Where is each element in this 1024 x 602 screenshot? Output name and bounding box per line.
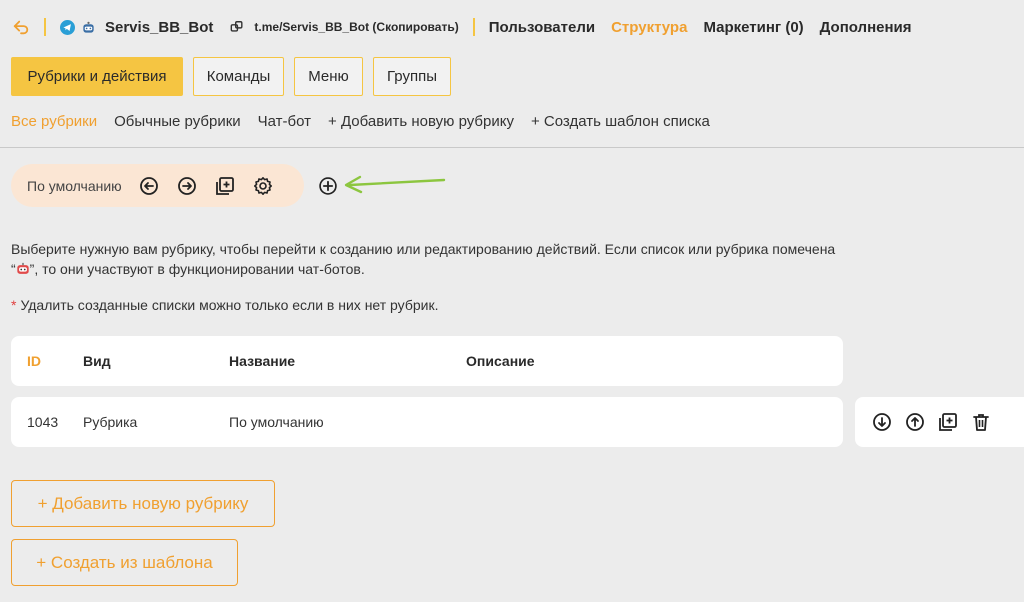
col-name: Название [229,353,296,369]
annotation-arrow [344,175,446,194]
table-header: ID Вид Название Описание [11,336,843,386]
top-nav: Пользователи Структура Маркетинг (0) Доп… [489,19,912,36]
telegram-icon [60,19,75,35]
col-id: ID [27,353,41,369]
filter-all[interactable]: Все рубрики [11,113,97,130]
arrow-right-icon[interactable] [176,175,198,197]
cell-id: 1043 [27,414,59,430]
add-list-icon[interactable] [316,174,340,198]
section-tabs: Рубрики и действия Команды Меню Группы [11,57,451,96]
info-line-1: Выберите нужную вам рубрику, чтобы перей… [11,241,836,257]
add-rubric-button[interactable]: + Добавить новую рубрику [11,480,275,527]
info-text: Выберите нужную вам рубрику, чтобы перей… [11,239,1011,279]
divider [472,18,475,36]
nav-users[interactable]: Пользователи [489,19,595,36]
bot-name: Servis_BB_Bot [105,18,214,36]
rubric-filters: Все рубрики Обычные рубрики Чат-бот + До… [11,113,710,130]
cell-kind: Рубрика [83,414,138,430]
copy-add-icon[interactable] [214,175,236,197]
table-row[interactable]: 1043 Рубрика По умолчанию [11,397,843,447]
cell-name[interactable]: По умолчанию [229,414,324,430]
copy-add-icon[interactable] [937,411,959,433]
filter-add-rubric[interactable]: + Добавить новую рубрику [328,113,514,130]
row-actions [855,397,1024,447]
bot-avatar-icon [81,20,96,35]
robot-icon [16,261,30,275]
divider [0,147,1024,148]
filter-regular[interactable]: Обычные рубрики [114,113,241,130]
link-icon [230,20,244,34]
divider [44,18,46,36]
note-text: Удалить созданные списки можно только ес… [20,297,439,313]
list-pill[interactable]: По умолчанию [11,164,304,207]
move-down-icon[interactable] [871,411,893,433]
back-arrow-icon[interactable] [12,18,30,36]
tab-menu[interactable]: Меню [294,57,363,96]
arrow-left-icon[interactable] [138,175,160,197]
create-from-template-button[interactable]: + Создать из шаблона [11,539,238,586]
bot-link[interactable]: t.me/Servis_BB_Bot (Скопировать) [254,20,458,34]
delete-note: * Удалить созданные списки можно только е… [11,297,438,313]
required-star: * [11,297,17,313]
col-description: Описание [466,353,535,369]
nav-structure[interactable]: Структура [611,19,687,36]
tab-rubrics-actions[interactable]: Рубрики и действия [11,57,183,96]
nav-marketing[interactable]: Маркетинг (0) [703,19,803,36]
tab-groups[interactable]: Группы [373,57,451,96]
filter-create-template[interactable]: + Создать шаблон списка [531,113,710,130]
tab-commands[interactable]: Команды [193,57,284,96]
top-bar: Servis_BB_Bot t.me/Servis_BB_Bot (Скопир… [0,0,1024,54]
list-label[interactable]: По умолчанию [27,178,122,194]
filter-chatbot[interactable]: Чат-бот [258,113,311,130]
trash-icon[interactable] [970,411,992,433]
info-line-2: “ ”, то они участвуют в функционировании… [11,259,1011,279]
move-up-icon[interactable] [904,411,926,433]
info-quote-close: ”, то они участвуют в функционировании ч… [29,261,365,277]
nav-addons[interactable]: Дополнения [820,19,912,36]
col-kind: Вид [83,353,111,369]
gear-icon[interactable] [252,175,274,197]
